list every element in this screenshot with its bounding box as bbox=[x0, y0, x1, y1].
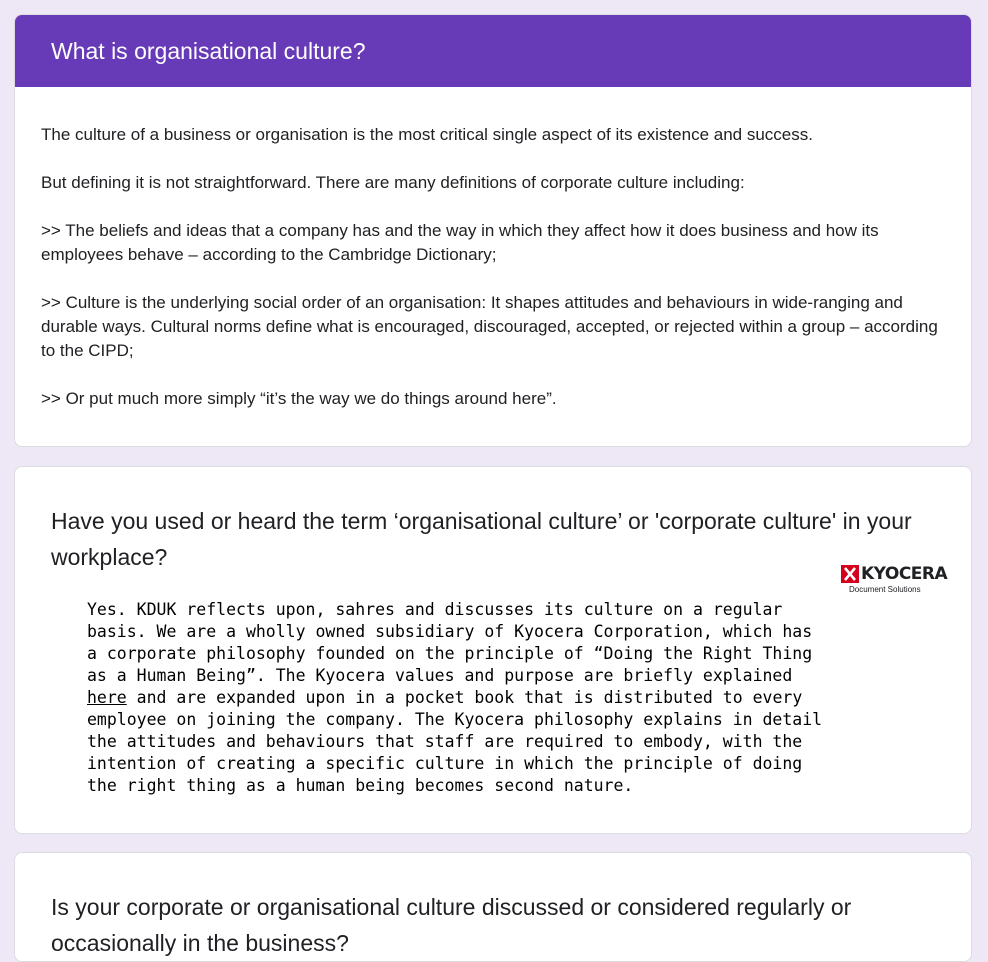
answer-text-part: Yes. KDUK reflects upon, sahres and disc… bbox=[87, 600, 813, 685]
description-paragraph: >> Culture is the underlying social orde… bbox=[41, 293, 938, 360]
kyocera-logo-icon bbox=[841, 565, 859, 583]
question-card-2: Is your corporate or organisational cult… bbox=[14, 852, 972, 962]
question-card-1: Have you used or heard the term ‘organis… bbox=[14, 466, 972, 834]
here-link[interactable]: here bbox=[87, 688, 127, 707]
question-title: Have you used or heard the term ‘organis… bbox=[51, 508, 912, 570]
description-paragraph: The culture of a business or organisatio… bbox=[41, 125, 813, 144]
description-paragraph: >> The beliefs and ideas that a company … bbox=[41, 221, 879, 264]
section-header: What is organisational culture? bbox=[15, 15, 971, 87]
intro-card: What is organisational culture? The cult… bbox=[14, 14, 972, 447]
description-paragraph: But defining it is not straightforward. … bbox=[41, 173, 745, 192]
kyocera-logo: KYOCERA Document Solutions bbox=[841, 564, 948, 599]
section-description: The culture of a business or organisatio… bbox=[15, 87, 971, 411]
logo-wordmark: KYOCERA bbox=[861, 564, 948, 584]
description-paragraph: >> Or put much more simply “it’s the way… bbox=[41, 389, 557, 408]
answer-text: Yes. KDUK reflects upon, sahres and disc… bbox=[87, 599, 827, 797]
question-title: Is your corporate or organisational cult… bbox=[51, 894, 852, 956]
logo-subtitle: Document Solutions bbox=[849, 585, 921, 594]
section-title: What is organisational culture? bbox=[51, 37, 366, 64]
answer-text-part: and are expanded upon in a pocket book t… bbox=[87, 688, 823, 795]
